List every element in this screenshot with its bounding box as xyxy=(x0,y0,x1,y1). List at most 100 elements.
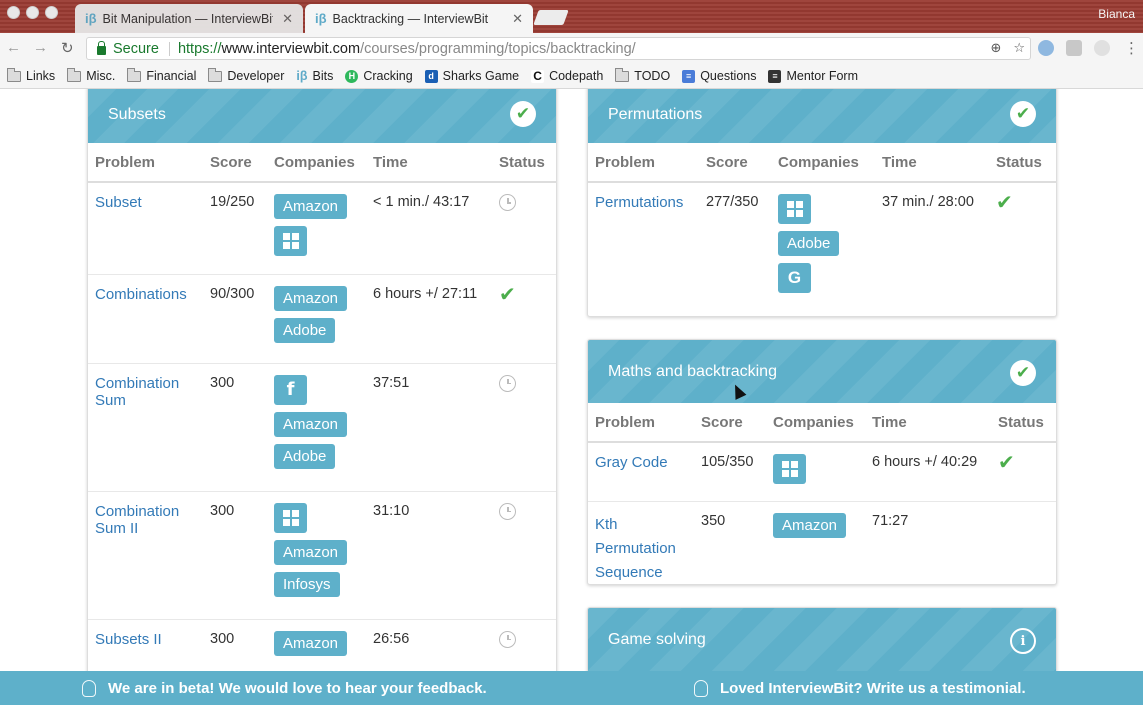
company-tag[interactable]: Infosys xyxy=(274,571,340,597)
column-header-companies: Companies xyxy=(267,143,366,183)
column-header-time: Time xyxy=(865,403,991,443)
secure-indicator[interactable]: Secure xyxy=(97,40,159,57)
problems-table: Problem Score Companies Time Status Gray… xyxy=(588,403,1056,584)
time: 26:56 xyxy=(366,618,492,671)
extension-icon[interactable] xyxy=(1094,40,1110,56)
bookmark-codepath[interactable]: C Codepath xyxy=(531,69,603,83)
windows-icon[interactable] xyxy=(274,502,307,533)
menu-icon[interactable]: ⋮ xyxy=(1124,39,1139,57)
company-tag[interactable]: Adobe xyxy=(274,317,336,343)
ib-icon: iβ xyxy=(296,69,308,83)
bookmark-misc[interactable]: Misc. xyxy=(67,67,115,83)
card-title: Game solving xyxy=(608,631,706,648)
bookmark-cracking[interactable]: H Cracking xyxy=(345,69,413,83)
bookmark-mentor-form[interactable]: ≡ Mentor Form xyxy=(768,69,858,83)
url-divider xyxy=(168,41,170,56)
table-row: Subsets II 300 Amazon 26:56 xyxy=(88,618,556,671)
problem-link[interactable]: Kth Permutation Sequence xyxy=(595,516,676,581)
card-header: Game solving i xyxy=(588,608,1056,671)
bookmark-links[interactable]: Links xyxy=(7,67,55,83)
minimize-window-button[interactable] xyxy=(26,6,39,19)
time: 6 hours +/ 40:29 xyxy=(865,441,991,502)
tab-bit-manipulation[interactable]: iβ Bit Manipulation — InterviewBit ✕ xyxy=(75,4,303,33)
bookmark-star-icon[interactable]: ☆ xyxy=(1013,40,1025,56)
problem-link[interactable]: Combination Sum xyxy=(95,375,179,409)
windows-icon[interactable] xyxy=(778,194,811,224)
clock-icon xyxy=(499,630,516,648)
bookmark-financial[interactable]: Financial xyxy=(127,67,196,83)
column-header-time: Time xyxy=(875,143,989,183)
column-header-status: Status xyxy=(991,403,1056,443)
close-tab-icon[interactable]: ✕ xyxy=(512,11,523,27)
back-arrow-icon[interactable]: ← xyxy=(6,39,21,56)
problems-table: Problem Score Companies Time Status Subs… xyxy=(88,143,556,671)
bookmark-questions[interactable]: ≡ Questions xyxy=(682,69,756,83)
table-row: Combination Sum II 300 Amazon Infosys 31… xyxy=(88,490,556,619)
column-header-problem: Problem xyxy=(588,143,699,183)
info-icon: i xyxy=(1010,628,1036,654)
score: 19/250 xyxy=(203,181,267,274)
zoom-window-button[interactable] xyxy=(45,6,58,19)
completed-check-icon: ✔ xyxy=(1010,360,1036,386)
bookmark-sharks-game[interactable]: d Sharks Game xyxy=(424,69,519,83)
subsets-card: Subsets ✔ Problem Score Companies Time S… xyxy=(87,89,557,671)
score: 300 xyxy=(203,618,267,671)
windows-icon[interactable] xyxy=(274,226,307,256)
facebook-icon[interactable]: f xyxy=(274,374,307,405)
problem-link[interactable]: Combinations xyxy=(95,286,187,303)
address-bar[interactable]: Secure https:// www.interviewbit.com /co… xyxy=(86,37,1031,60)
feedback-link[interactable]: We are in beta! We would love to hear yo… xyxy=(82,680,487,697)
company-tag[interactable]: Amazon xyxy=(274,630,348,656)
company-tag[interactable]: Adobe xyxy=(274,443,336,469)
windows-icon[interactable] xyxy=(773,454,806,484)
lock-icon xyxy=(97,40,106,55)
table-header-row: Problem Score Companies Time Status xyxy=(588,403,1056,443)
table-row: Kth Permutation Sequence 350 Amazon 71:2… xyxy=(588,501,1056,584)
new-tab-button[interactable] xyxy=(533,10,569,25)
google-icon[interactable]: G xyxy=(778,263,811,293)
company-tag[interactable]: Amazon xyxy=(274,194,348,219)
time: < 1 min./ 43:17 xyxy=(366,181,492,274)
forward-arrow-icon[interactable]: → xyxy=(33,39,48,56)
problem-link[interactable]: Subset xyxy=(95,194,142,211)
tab-backtracking[interactable]: iβ Backtracking — InterviewBit ✕ xyxy=(305,4,533,33)
time: 37:51 xyxy=(366,362,492,491)
table-header-row: Problem Score Companies Time Status xyxy=(588,143,1056,183)
column-header-companies: Companies xyxy=(771,143,875,183)
company-tag[interactable]: Amazon xyxy=(274,411,348,437)
company-tag[interactable]: Amazon xyxy=(274,285,348,311)
table-header-row: Problem Score Companies Time Status xyxy=(88,143,556,183)
bookmark-todo[interactable]: TODO xyxy=(615,67,670,83)
lightbulb-icon xyxy=(694,680,708,697)
testimonial-link[interactable]: Loved InterviewBit? Write us a testimoni… xyxy=(694,680,1026,697)
extension-icon[interactable] xyxy=(1038,40,1054,56)
company-tag[interactable]: Amazon xyxy=(773,513,847,538)
check-icon: ✔ xyxy=(998,452,1015,474)
problem-link[interactable]: Subsets II xyxy=(95,631,162,648)
problem-link[interactable]: Permutations xyxy=(595,194,683,211)
problem-link[interactable]: Gray Code xyxy=(595,454,668,471)
close-window-button[interactable] xyxy=(7,6,20,19)
check-icon: ✔ xyxy=(499,283,516,306)
completed-check-icon: ✔ xyxy=(1010,101,1036,127)
profile-name[interactable]: Bianca xyxy=(1098,7,1135,21)
extension-icon[interactable] xyxy=(1066,40,1082,56)
problem-link[interactable]: Combination Sum II xyxy=(95,503,179,537)
problems-table: Problem Score Companies Time Status Perm… xyxy=(588,143,1056,310)
table-row: Gray Code 105/350 6 hours +/ 40:29 ✔ xyxy=(588,441,1056,502)
close-tab-icon[interactable]: ✕ xyxy=(282,11,293,27)
column-header-score: Score xyxy=(699,143,771,183)
bookmark-developer[interactable]: Developer xyxy=(208,67,284,83)
game-solving-card: Game solving i xyxy=(587,607,1057,671)
reload-icon[interactable]: ↻ xyxy=(61,39,74,57)
feedback-footer: We are in beta! We would love to hear yo… xyxy=(0,671,1143,705)
lightbulb-icon xyxy=(82,680,96,697)
table-row: Subset 19/250 Amazon < 1 min./ 43:17 xyxy=(88,181,556,274)
company-tag[interactable]: Amazon xyxy=(274,539,348,565)
score: 90/300 xyxy=(203,273,267,363)
card-title: Subsets xyxy=(108,105,166,123)
interviewbit-favicon-icon: iβ xyxy=(315,11,327,26)
bookmark-bits[interactable]: iβ Bits xyxy=(296,69,333,83)
company-tag[interactable]: Adobe xyxy=(778,231,840,256)
zoom-icon[interactable]: ⊕ xyxy=(990,40,1001,56)
